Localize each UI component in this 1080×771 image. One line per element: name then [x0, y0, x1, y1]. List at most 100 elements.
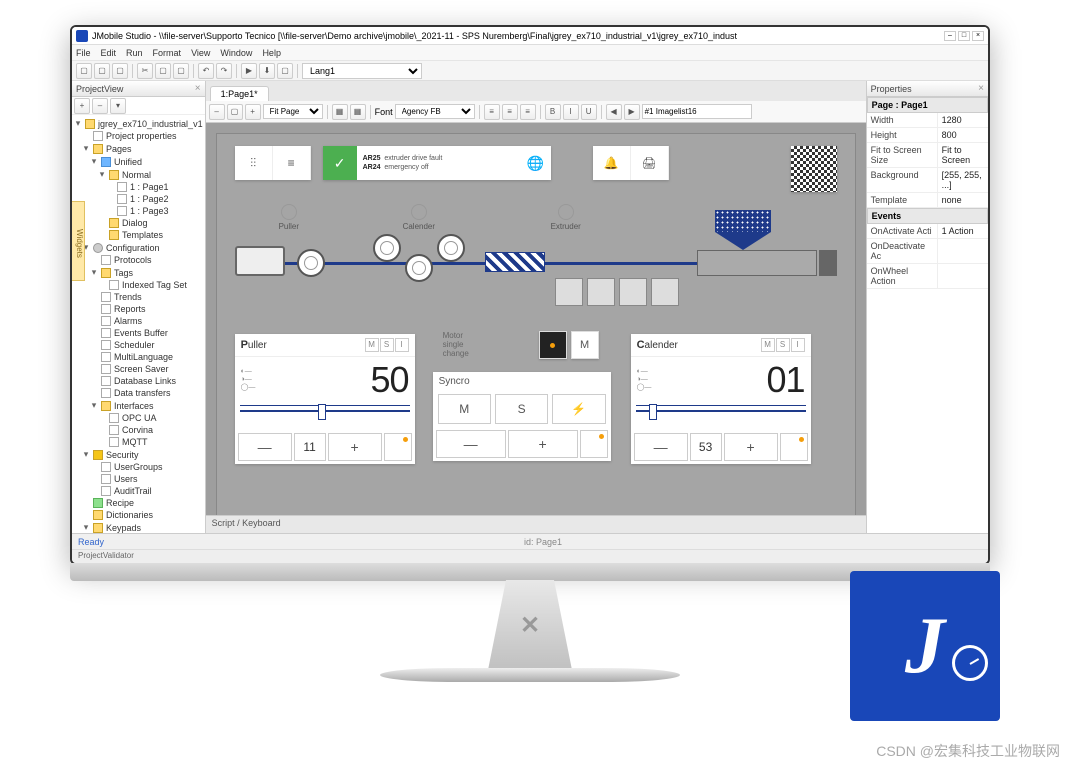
tree-item[interactable]: Users — [74, 473, 203, 485]
imagelist-prev-icon[interactable]: ◀ — [606, 104, 622, 120]
syncro-minus-button[interactable]: — — [436, 430, 506, 458]
imagelist-next-icon[interactable]: ▶ — [624, 104, 640, 120]
font-combo[interactable]: Agency FB — [395, 104, 475, 119]
menu-window[interactable]: Window — [220, 48, 252, 58]
globe-icon[interactable]: 🌐 — [521, 155, 551, 172]
syncro-panel[interactable]: Syncro MS⚡ — + — [433, 372, 611, 461]
maximize-button[interactable]: □ — [958, 31, 970, 41]
print-icon[interactable]: 🖨 — [631, 146, 669, 180]
tree-item[interactable]: Reports — [74, 303, 203, 315]
tree-item[interactable]: MultiLanguage — [74, 351, 203, 363]
property-grid[interactable]: Page : Page1 Width1280Height800Fit to Sc… — [867, 97, 988, 289]
mode-s-button[interactable]: S — [380, 338, 394, 352]
tb-open-icon[interactable]: ▢ — [94, 63, 110, 79]
align-right-icon[interactable]: ≡ — [520, 104, 536, 120]
underline-icon[interactable]: U — [581, 104, 597, 120]
italic-icon[interactable]: I — [563, 104, 579, 120]
tree-item[interactable]: ▾Configuration — [74, 241, 203, 254]
tb-redo-icon[interactable]: ↷ — [216, 63, 232, 79]
project-validator-tab[interactable]: ProjectValidator — [72, 549, 988, 563]
script-tab[interactable]: Script / Keyboard — [206, 515, 866, 533]
menu-view[interactable]: View — [191, 48, 210, 58]
tree-item[interactable]: Templates — [74, 229, 203, 241]
menu-run[interactable]: Run — [126, 48, 143, 58]
alarm-panel[interactable]: ✓ AR25 extruder drive fault AR24 emergen… — [323, 146, 551, 180]
calender-plus-button[interactable]: + — [724, 433, 778, 461]
puller-panel[interactable]: Puller MSI ◐—◑—◯— 50 — 11 + — [235, 334, 415, 464]
puller-minus-button[interactable]: — — [238, 433, 292, 461]
event-row[interactable]: OnActivate Acti1 Action — [867, 224, 988, 239]
prop-row[interactable]: Background[255, 255, ...] — [867, 168, 988, 193]
zoom-combo[interactable]: Fit Page — [263, 104, 323, 119]
puller-slider[interactable] — [240, 405, 410, 427]
prop-row[interactable]: Templatenone — [867, 193, 988, 208]
event-row[interactable]: OnWheel Action — [867, 264, 988, 289]
zoom-fit-icon[interactable]: ▢ — [227, 104, 243, 120]
language-combo[interactable]: Lang1 — [302, 63, 422, 79]
syncro-plus-button[interactable]: + — [508, 430, 578, 458]
tree-item[interactable]: Screen Saver — [74, 363, 203, 375]
tree-item[interactable]: Events Buffer — [74, 327, 203, 339]
tb-new-icon[interactable]: ▢ — [76, 63, 92, 79]
tree-item[interactable]: ▾Interfaces — [74, 399, 203, 412]
tree-item[interactable]: Scheduler — [74, 339, 203, 351]
syncro-⚡-button[interactable]: ⚡ — [552, 394, 605, 424]
tb-cut-icon[interactable]: ✂ — [137, 63, 153, 79]
tree-item[interactable]: Dictionaries — [74, 509, 203, 521]
mode-m-button[interactable]: M — [365, 338, 379, 352]
tree-item[interactable]: Project properties — [74, 130, 203, 142]
menu-file[interactable]: File — [76, 48, 91, 58]
tb-copy-icon[interactable]: ▢ — [155, 63, 171, 79]
settings-panel[interactable]: ⫶⫶ ≡ — [235, 146, 311, 180]
widget-gallery-tab[interactable]: Widgets — [71, 201, 85, 281]
properties-close-icon[interactable]: × — [978, 83, 984, 94]
menu-icon[interactable]: ≡ — [273, 146, 311, 180]
align-left-icon[interactable]: ≡ — [484, 104, 500, 120]
bell-icon[interactable]: 🔔 — [593, 146, 631, 180]
design-page[interactable]: ⫶⫶ ≡ ✓ AR25 extruder drive fault AR24 em… — [216, 133, 856, 515]
tree-item[interactable]: Indexed Tag Set — [74, 279, 203, 291]
tb-run-icon[interactable]: ▶ — [241, 63, 257, 79]
menu-edit[interactable]: Edit — [101, 48, 117, 58]
tree-item[interactable]: ▾jgrey_ex710_industrial_v1 — [74, 117, 203, 130]
tree-item[interactable]: Alarms — [74, 315, 203, 327]
prop-row[interactable]: Height800 — [867, 128, 988, 143]
motor-m-button[interactable]: M — [571, 331, 599, 359]
tree-item[interactable]: Data transfers — [74, 387, 203, 399]
tree-item[interactable]: OPC UA — [74, 412, 203, 424]
align-center-icon[interactable]: ≡ — [502, 104, 518, 120]
snap-icon[interactable]: ▦ — [332, 104, 348, 120]
tree-item[interactable]: ▾Unified — [74, 155, 203, 168]
tree-item[interactable]: ▾Normal — [74, 168, 203, 181]
tree-item[interactable]: MQTT — [74, 436, 203, 448]
prop-row[interactable]: Width1280 — [867, 113, 988, 128]
tb-save-icon[interactable]: ▢ — [112, 63, 128, 79]
tree-item[interactable]: ▾Tags — [74, 266, 203, 279]
tb-undo-icon[interactable]: ↶ — [198, 63, 214, 79]
tree-item[interactable]: 1 : Page1 — [74, 181, 203, 193]
tb-sim-icon[interactable]: ▢ — [277, 63, 293, 79]
tree-item[interactable]: ▾Pages — [74, 142, 203, 155]
tb-download-icon[interactable]: ⬇ — [259, 63, 275, 79]
tree-remove-icon[interactable]: – — [92, 98, 108, 114]
mode-s-button[interactable]: S — [776, 338, 790, 352]
notify-panel[interactable]: 🔔 🖨 — [593, 146, 669, 180]
calender-panel[interactable]: Calender MSI ◐—◑—◯— 01 — 53 + — [631, 334, 811, 464]
tree-item[interactable]: UserGroups — [74, 461, 203, 473]
tb-paste-icon[interactable]: ▢ — [173, 63, 189, 79]
close-button[interactable]: × — [972, 31, 984, 41]
zoom-in-icon[interactable]: + — [245, 104, 261, 120]
calender-slider[interactable] — [636, 405, 806, 427]
menu-format[interactable]: Format — [153, 48, 182, 58]
tree-add-icon[interactable]: + — [74, 98, 90, 114]
tree-item[interactable]: ▾Keypads — [74, 521, 203, 533]
bold-icon[interactable]: B — [545, 104, 561, 120]
tree-item[interactable]: Recipe — [74, 497, 203, 509]
tree-item[interactable]: 1 : Page2 — [74, 193, 203, 205]
tree-item[interactable]: Protocols — [74, 254, 203, 266]
tree-expand-icon[interactable]: ▾ — [110, 98, 126, 114]
zoom-out-icon[interactable]: – — [209, 104, 225, 120]
tree-item[interactable]: 1 : Page3 — [74, 205, 203, 217]
tree-item[interactable]: Dialog — [74, 217, 203, 229]
mode-i-button[interactable]: I — [791, 338, 805, 352]
